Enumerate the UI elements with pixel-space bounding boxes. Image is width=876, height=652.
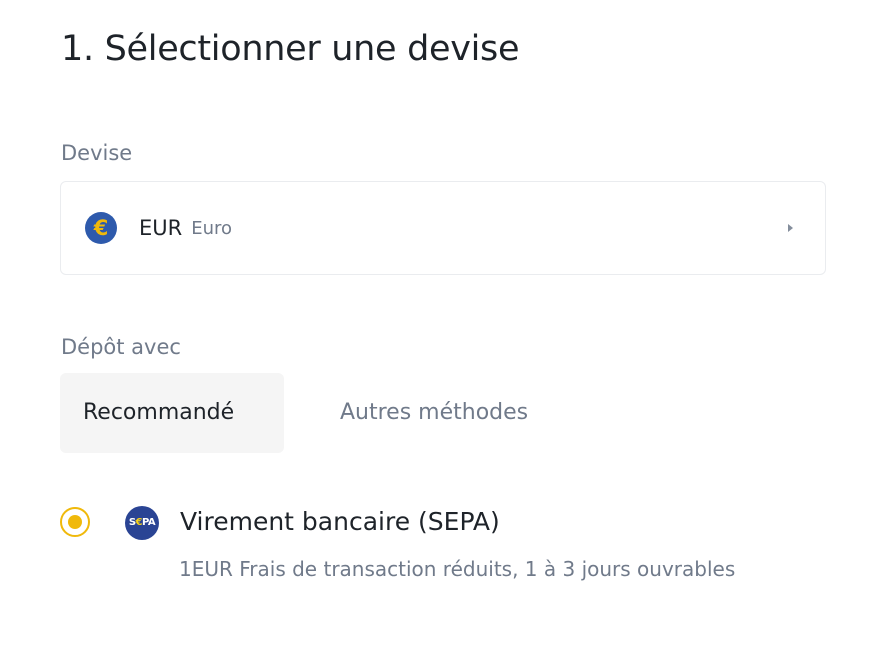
currency-name: Euro [191,217,233,239]
method-description: 1EUR Frais de transaction réduits, 1 à 3… [179,557,736,581]
method-radio-sepa[interactable] [60,507,90,537]
currency-select[interactable]: € EUR Euro [60,181,826,275]
method-title[interactable]: Virement bancaire (SEPA) [180,504,500,540]
currency-code: EUR [139,216,183,240]
currency-label: Devise [61,141,133,165]
radio-selected-dot [68,515,82,529]
tab-other-methods[interactable]: Autres méthodes [340,373,528,453]
euro-icon: € [85,212,117,244]
page-title: 1. Sélectionner une devise [61,29,520,69]
caret-right-icon [788,224,793,232]
deposit-label: Dépôt avec [61,335,181,359]
tab-recommended[interactable]: Recommandé [60,373,284,453]
sepa-logo: S€PA [125,506,159,540]
